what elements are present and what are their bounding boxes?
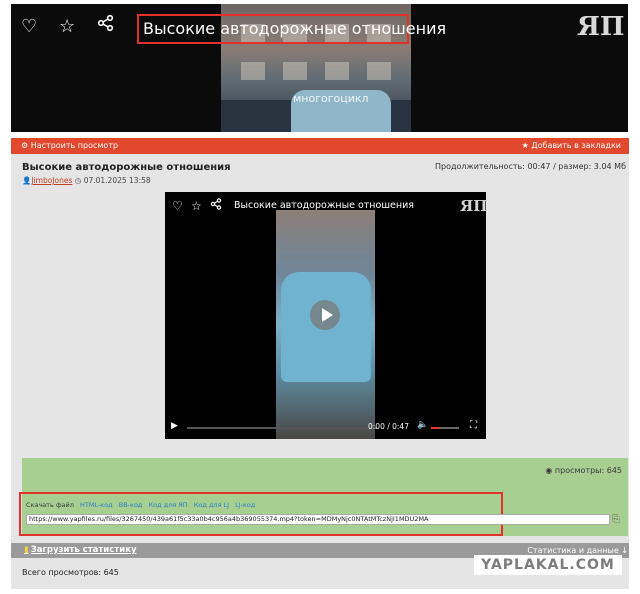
post-meta: 👤JimboJones ◷ 07.01.2025 13:58 [22,176,151,185]
player-title: Высокие автодорожные отношения [234,200,414,211]
stats-toggle[interactable]: Статистика и данные ↓ [527,546,628,555]
gear-icon: ⚙ [21,141,29,150]
download-file-label[interactable]: Скачать файл [26,501,74,509]
top-video-banner[interactable]: ♡ ☆ Высокие автодорожные отношения ЯП мн… [11,4,628,132]
total-views: Всего просмотров: 645 [22,568,119,577]
player-star-icon[interactable]: ☆ [191,199,202,213]
fullscreen-icon[interactable]: ⛶ [470,420,477,431]
video-url-field[interactable]: https://www.yapfiles.ru/files/3267450/43… [26,514,610,525]
add-bookmark-label: Добавить в закладки [531,141,621,150]
copy-icon[interactable]: ⎘ [612,514,622,526]
banner-title: Высокие автодорожные отношения [137,14,446,44]
eye-icon: ◉ [545,466,553,475]
video-watermark: многогоцикл [293,92,369,105]
play-button[interactable] [310,300,340,330]
views-count: ◉ просмотры: 645 [545,466,622,475]
player-logo: ЯП [460,197,486,215]
yap-code-link[interactable]: Код для ЯП [149,501,188,509]
add-bookmark-link[interactable]: ★ Добавить в закладки [522,138,621,154]
load-stats-label: Загрузить статистику [30,545,137,555]
share-links: Скачать файл HTML-код BB-код Код для ЯП … [26,501,259,509]
progress-bar[interactable] [187,427,377,429]
volume-icon[interactable]: 🔈 [417,420,428,430]
site-watermark: YAPLAKAL.COM [474,555,622,575]
play-icon[interactable]: ▶ [171,421,178,431]
clock-icon: ◷ [74,176,82,185]
volume-level [431,427,440,429]
post-toolbar: ⚙ Настроить просмотр ★ Добавить в заклад… [11,138,629,154]
customize-view-label: Настроить просмотр [30,141,119,150]
bookmark-star-icon: ★ [521,141,529,150]
lj-code-link[interactable]: Код для LJ [194,501,229,509]
load-stats-link[interactable]: ▮ Загрузить статистику [24,545,137,555]
player-time: 0:00 / 0:47 [368,422,409,431]
views-label: просмотры: 645 [554,466,622,475]
customize-view-link[interactable]: ⚙ Настроить просмотр [21,138,118,154]
player-controls: ▶ 0:00 / 0:47 🔈 ⛶ [165,417,486,439]
post-title: Высокие автодорожные отношения [22,162,231,173]
heart-icon[interactable]: ♡ [21,16,37,37]
yap-logo: ЯП [577,12,625,42]
html-code-link[interactable]: HTML-код [80,501,113,509]
bb-code-link[interactable]: BB-код [119,501,143,509]
duration-info: Продолжительность: 00:47 / размер: 3.04 … [434,162,626,171]
user-icon: 👤 [22,176,32,185]
share-icon[interactable] [97,14,115,37]
star-icon[interactable]: ☆ [59,16,75,37]
post-date: 07.01.2025 13:58 [83,176,151,185]
player-heart-icon[interactable]: ♡ [172,199,183,213]
volume-slider[interactable] [431,427,459,429]
lj-code-alt-link[interactable]: LJ-код [235,501,255,509]
chart-icon: ▮ [24,545,29,555]
author-link[interactable]: JimboJones [31,176,72,185]
player-share-icon[interactable] [210,198,222,213]
video-player[interactable]: ♡ ☆ Высокие автодорожные отношения ЯП ▶ … [165,192,486,439]
